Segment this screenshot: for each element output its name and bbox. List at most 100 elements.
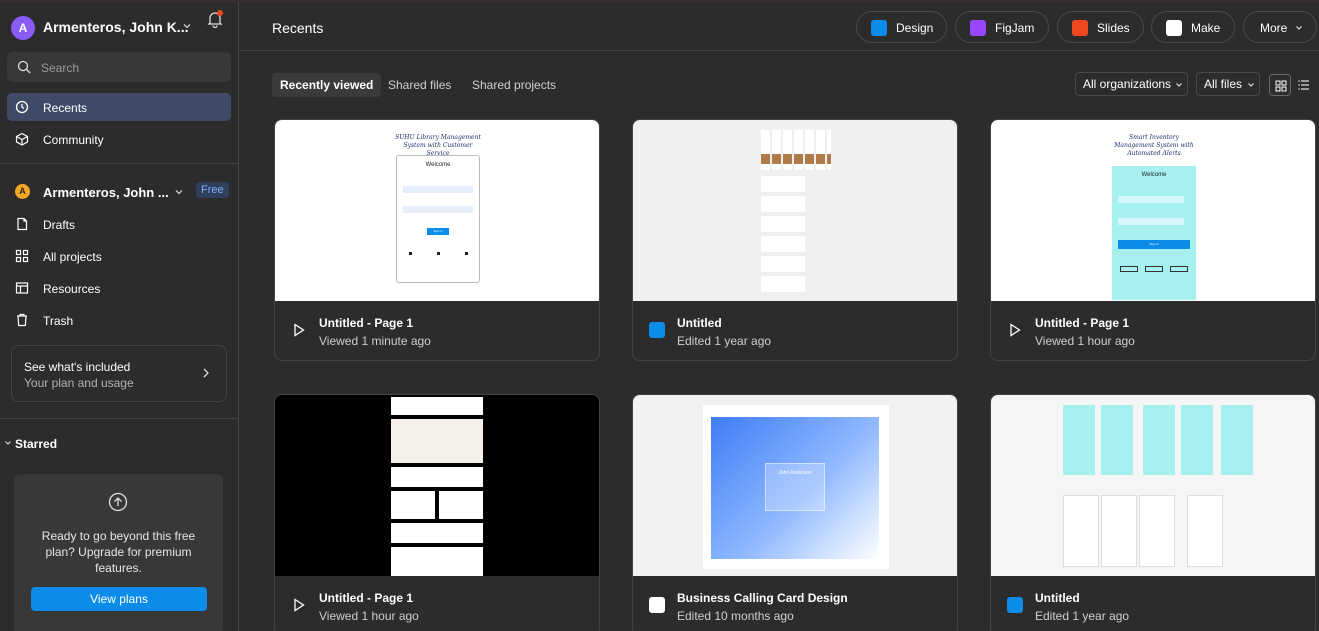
cube-icon [15,132,29,146]
pill-label: Slides [1097,21,1130,35]
notification-dot [217,10,223,16]
divider [0,418,239,419]
team-name[interactable]: Armenteros, John ... [43,185,169,200]
file-card[interactable]: Smart Inventory Management System with A… [990,119,1316,361]
make-button[interactable]: Make [1151,11,1235,43]
account-switcher[interactable]: A Armenteros, John K... [0,10,239,46]
team-avatar: A [15,184,30,199]
plan-card-subtitle: Your plan and usage [24,376,134,390]
sidebar-item-trash[interactable]: Trash [7,306,231,334]
preview-frame [1101,405,1133,475]
make-icon [1166,20,1182,36]
play-icon [294,598,305,612]
sidebar-item-label: All projects [43,250,102,264]
pill-label: More [1260,21,1288,35]
file-card[interactable]: John Anderson Business Calling Card Desi… [632,394,958,631]
preview-card: John Anderson [765,463,825,511]
sidebar-item-label: Drafts [43,218,76,232]
sidebar-item-drafts[interactable]: Drafts [7,210,231,238]
sidebar-item-label: Community [43,133,104,147]
sidebar: A Armenteros, John K... Search Recents C… [0,2,239,631]
organization-filter[interactable]: All organizations [1075,72,1188,96]
chevron-right-icon [203,368,209,378]
chevron-down-icon [183,24,191,29]
login-form-preview: Welcome Sign in [1112,166,1196,300]
upgrade-text: Ready to go beyond this free plan? Upgra… [41,529,196,575]
file-card[interactable]: Untitled - Page 1 Viewed 1 hour ago [274,394,600,631]
login-form-preview: Welcome Sign in [396,155,480,283]
file-type-filter-label: All files [1204,77,1243,91]
figjam-icon [970,20,986,36]
file-title: Business Calling Card Design [677,591,848,605]
tab-shared-projects[interactable]: Shared projects [464,73,564,97]
file-title: Untitled - Page 1 [319,591,414,605]
file-card[interactable]: Untitled Edited 1 year ago [632,119,958,361]
sidebar-item-label: Recents [43,101,88,115]
preview-field [403,186,473,193]
arrow-up-circle-icon [108,492,128,512]
sidebar-item-label: Trash [43,314,74,328]
file-card[interactable]: Untitled Edited 1 year ago [990,394,1316,631]
preview-frame [391,491,435,519]
figjam-button[interactable]: FigJam [955,11,1049,43]
starred-section-header[interactable]: Starred [15,437,57,451]
preview-frames [761,176,805,294]
preview-social [1120,266,1138,272]
chevron-down-icon[interactable] [4,439,12,447]
file-thumbnail: Smart Inventory Management System with A… [991,120,1315,301]
file-icon [17,217,28,231]
more-button[interactable]: More [1243,11,1317,43]
preview-frame [1139,495,1175,567]
pill-label: FigJam [995,21,1035,35]
plan-usage-card[interactable]: See what's included Your plan and usage [11,345,227,402]
trash-icon [17,313,27,327]
search-input[interactable]: Search [7,52,231,82]
slides-icon [1072,20,1088,36]
chevron-down-icon [1248,83,1254,87]
file-card[interactable]: SUHU Library Management System with Cust… [274,119,600,361]
preview-frame [391,523,483,543]
play-icon [294,323,305,337]
preview-button: Sign in [427,228,449,235]
view-plans-button[interactable]: View plans [31,587,207,611]
preview-frame [1101,495,1137,567]
make-icon [649,597,665,613]
file-subtitle: Viewed 1 hour ago [319,609,419,623]
preview-field [403,206,473,213]
thumbnail-title: Smart Inventory Management System with A… [1114,134,1194,157]
grid-view-button[interactable] [1269,74,1291,96]
preview-frame [1143,405,1175,475]
search-icon [17,60,31,74]
preview-frame [1181,405,1213,475]
file-title: Untitled - Page 1 [319,316,414,330]
tab-shared-files[interactable]: Shared files [380,73,459,97]
list-view-button[interactable] [1293,74,1315,96]
sidebar-item-community[interactable]: Community [7,125,231,153]
sidebar-item-label: Resources [43,282,101,296]
business-card-preview: John Anderson [711,417,879,559]
sidebar-item-recents[interactable]: Recents [7,93,231,121]
layout-icon [15,282,29,294]
file-thumbnail: SUHU Library Management System with Cust… [275,120,599,301]
search-placeholder: Search [41,61,80,75]
design-icon [649,322,665,338]
preview-field [1118,218,1184,225]
chevron-down-icon[interactable] [174,187,184,197]
divider [0,163,239,164]
avatar: A [11,16,35,40]
file-type-filter[interactable]: All files [1196,72,1260,96]
tab-recently-viewed[interactable]: Recently viewed [272,73,382,97]
preview-frame [439,491,483,519]
list-view-icon [1298,80,1309,90]
chevron-down-icon [1176,83,1182,87]
preview-dot [465,252,468,255]
sidebar-item-resources[interactable]: Resources [7,274,231,302]
preview-frame [391,419,483,463]
preview-dot [437,252,440,255]
design-button[interactable]: Design [856,11,947,43]
file-subtitle: Edited 1 year ago [1035,609,1130,623]
file-thumbnail: John Anderson [633,395,957,576]
sidebar-item-all-projects[interactable]: All projects [7,242,231,270]
play-icon [1010,323,1021,337]
slides-button[interactable]: Slides [1057,11,1144,43]
